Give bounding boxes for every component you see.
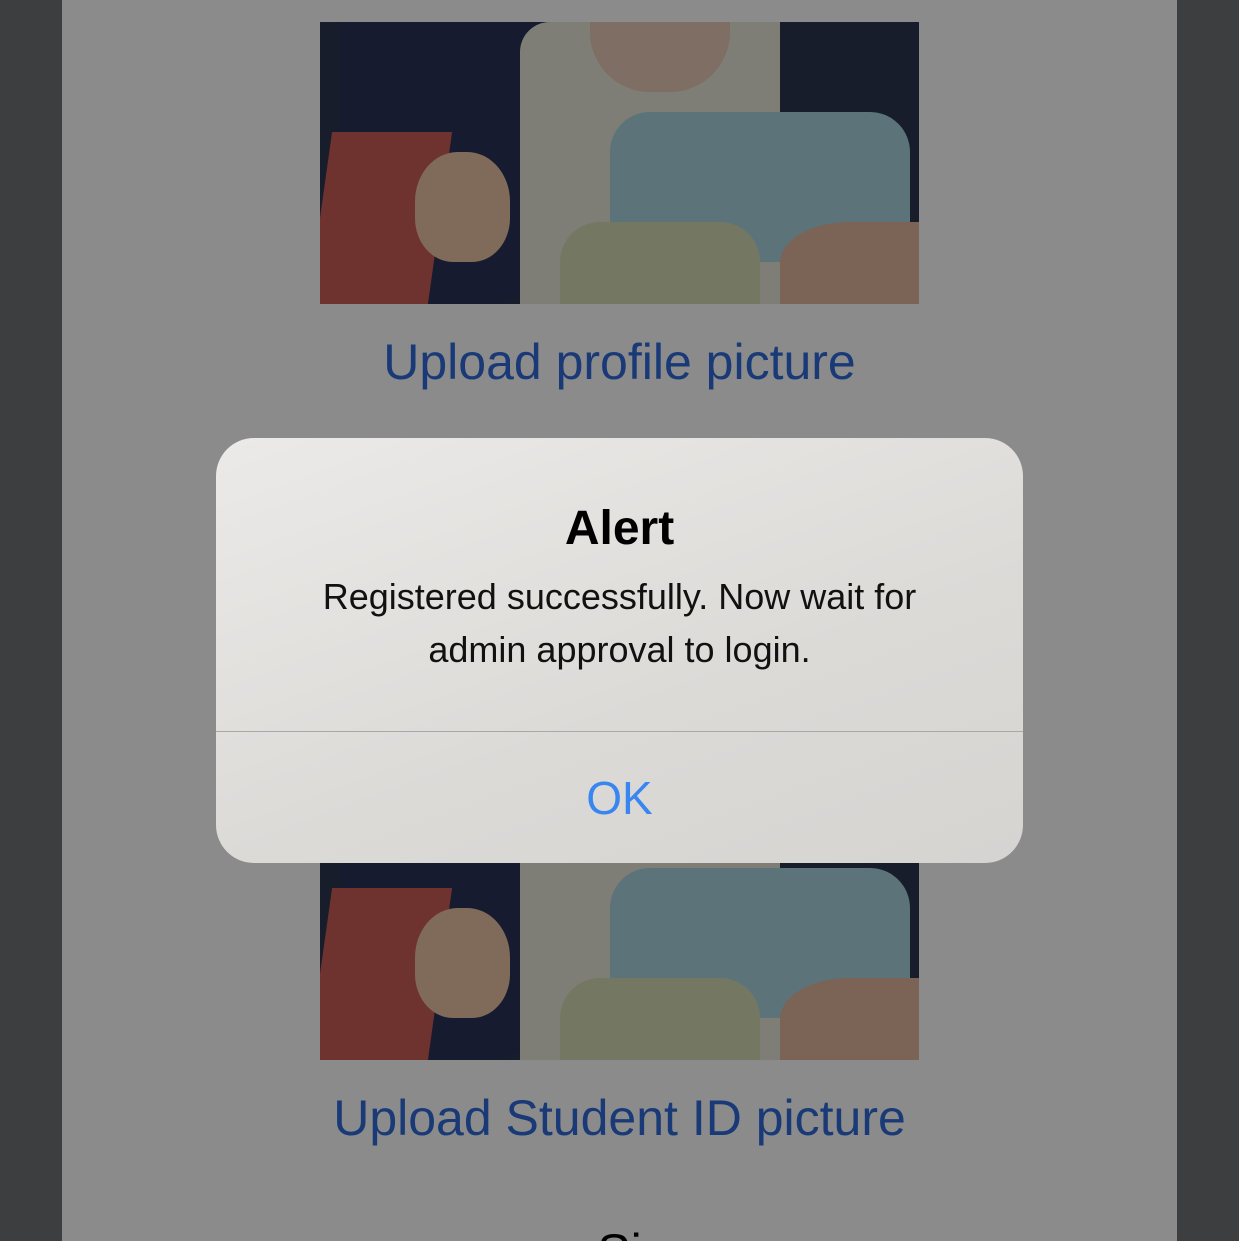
alert-dialog: Alert Registered successfully. Now wait … [216,438,1023,863]
alert-message: Registered successfully. Now wait for ad… [216,570,1023,676]
alert-ok-button[interactable]: OK [216,732,1023,863]
alert-message-line-1: Registered successfully. Now wait for [322,576,917,617]
alert-message-line-2: admin approval to login. [428,629,811,670]
alert-title: Alert [564,502,675,555]
